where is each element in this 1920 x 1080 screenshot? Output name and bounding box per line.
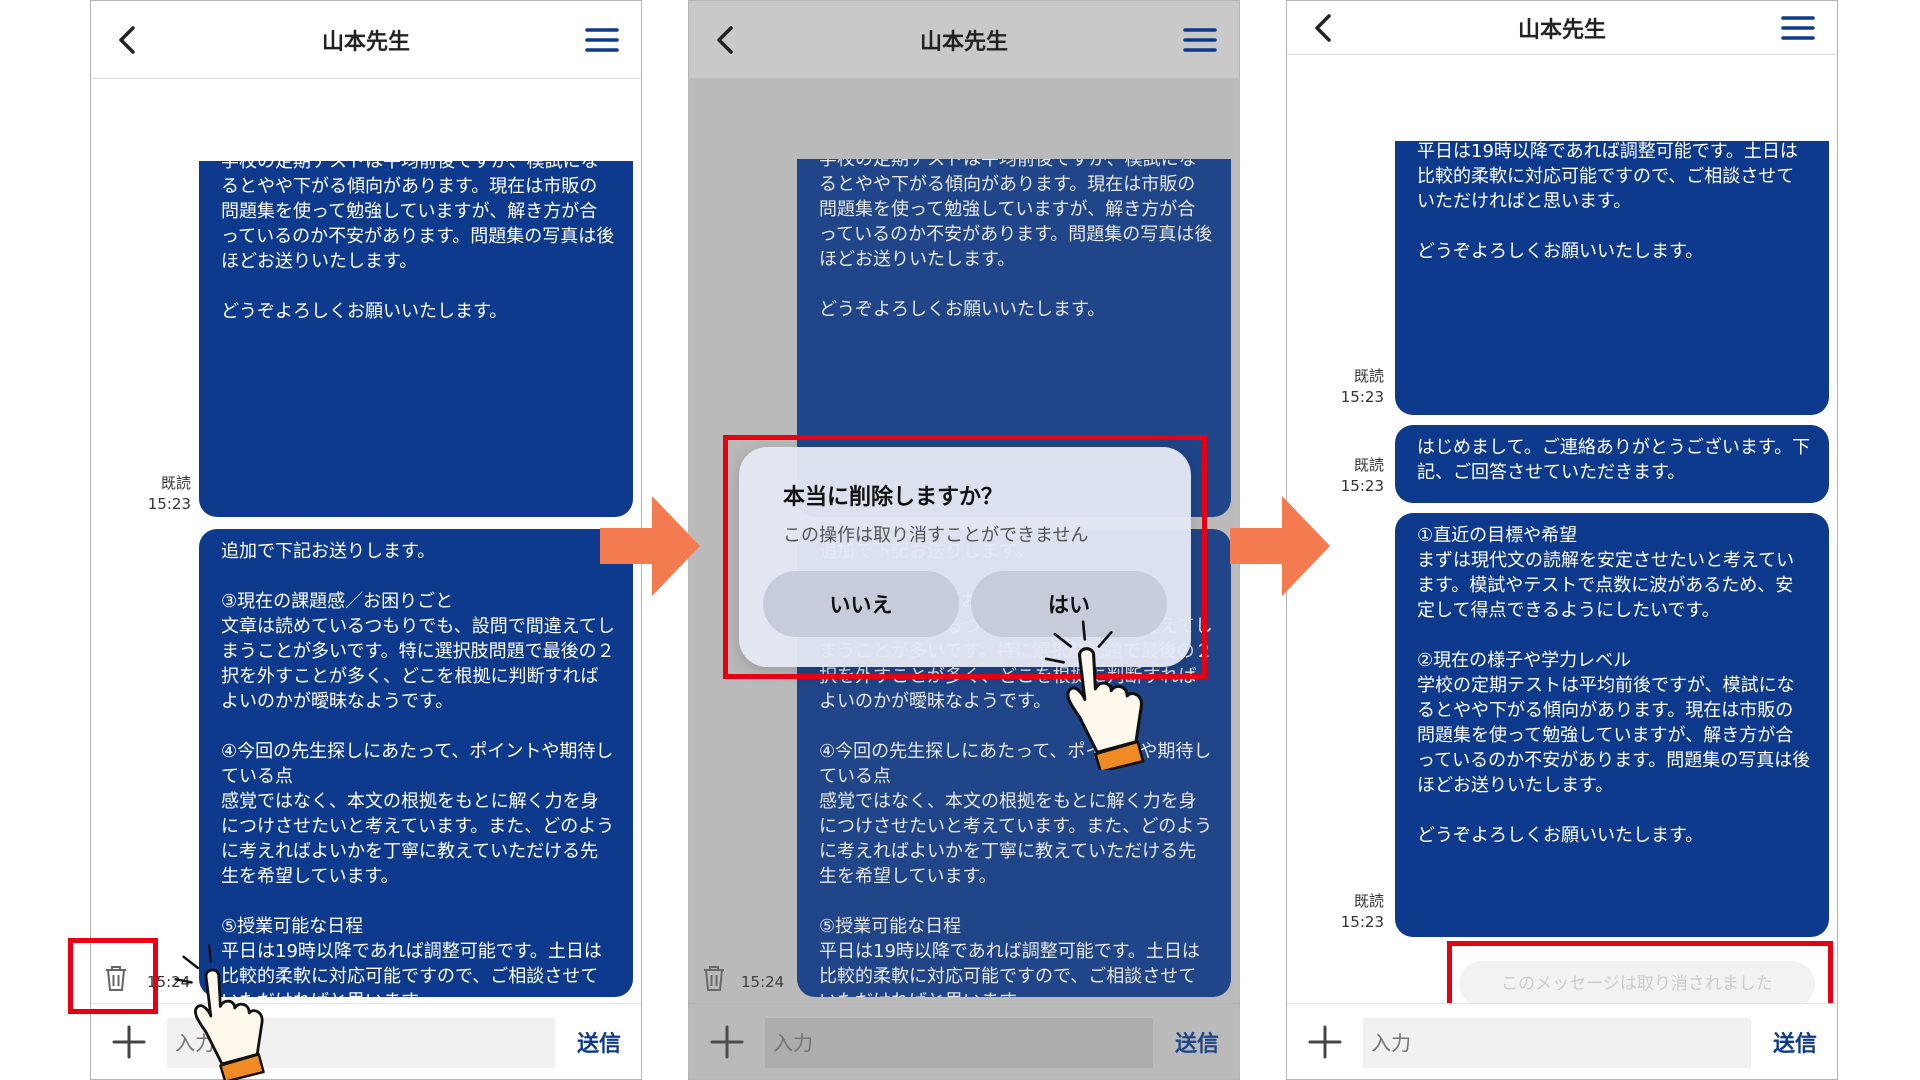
trash-highlight-box — [68, 938, 158, 1014]
message-bubble[interactable]: 追加で下記お送りします。 ③現在の課題感／お困りごと 文章は読めているつもりでも… — [1395, 141, 1829, 415]
message-bubble[interactable]: ①直近の目標や希望 まずは現代文の読解を安定させたいと考えています。模試やテスト… — [1395, 513, 1829, 937]
plus-icon[interactable] — [1307, 1024, 1343, 1060]
message-text: ①直近の目標や希望 まずは現代文の読解を安定させたいと考えています。模試やテスト… — [1417, 525, 1811, 846]
message-bubble[interactable]: はじめまして。ご連絡ありがとうございます。下記、ご回答させていただきます。 — [1395, 425, 1829, 503]
hamburger-menu-icon[interactable] — [1781, 14, 1815, 42]
page-title: 山本先生 — [1517, 17, 1606, 43]
message-text: はじめまして。ご連絡ありがとうございます。下記、ご回答させていただきます。 — [1417, 437, 1811, 483]
phone-screen-before: 山本先生 ①直近の目標や希望 まずは現代文の読解を安定させたいと考えています。模… — [90, 0, 642, 1080]
phone-screen-confirm: 山本先生 ①直近の目標や希望 まずは現代文の読解を安定させたいと考えています。模… — [688, 0, 1240, 1080]
read-receipt: 既読 15:23 — [1340, 367, 1384, 406]
plus-icon[interactable] — [111, 1024, 147, 1060]
tap-hand-icon — [1044, 620, 1145, 770]
message-text: 追加で下記お送りします。 ③現在の課題感／お困りごと 文章は読めているつもりでも… — [221, 541, 615, 997]
page-title: 山本先生 — [321, 29, 410, 55]
message-bubble-selected[interactable]: 追加で下記お送りします。 ③現在の課題感／お困りごと 文章は読めているつもりでも… — [199, 529, 633, 997]
message-composer: 送信 — [1287, 1003, 1837, 1079]
hamburger-menu-icon[interactable] — [1183, 26, 1217, 54]
tap-hand-icon — [174, 944, 265, 1080]
read-receipt: 既読 15:23 — [1340, 892, 1384, 931]
message-bubble[interactable]: ①直近の目標や希望 まずは現代文の読解を安定させたいと考えています。模試やテスト… — [199, 161, 633, 517]
chat-header: 山本先生 — [1287, 1, 1837, 55]
step-arrow-icon — [1230, 496, 1330, 596]
message-text: 追加で下記お送りします。 ③現在の課題感／お困りごと 文章は読めているつもりでも… — [1417, 141, 1798, 262]
read-receipt: 既読 15:23 — [147, 474, 191, 513]
read-receipt: 既読 15:23 — [1340, 456, 1384, 495]
step-arrow-icon — [600, 496, 700, 596]
page-title: 山本先生 — [919, 29, 1008, 55]
message-text: ①直近の目標や希望 まずは現代文の読解を安定させたいと考えています。模試やテスト… — [221, 161, 615, 322]
send-button[interactable]: 送信 — [577, 1026, 621, 1058]
chat-header: 山本先生 — [689, 1, 1239, 79]
send-button[interactable]: 送信 — [1773, 1026, 1817, 1058]
message-input[interactable] — [1363, 1018, 1751, 1068]
phone-screen-after: 山本先生 追加で下記お送りします。 ③現在の課題感／お困りごと 文章は読めている… — [1286, 0, 1838, 1080]
hamburger-menu-icon[interactable] — [585, 26, 619, 54]
chat-header: 山本先生 — [91, 1, 641, 79]
